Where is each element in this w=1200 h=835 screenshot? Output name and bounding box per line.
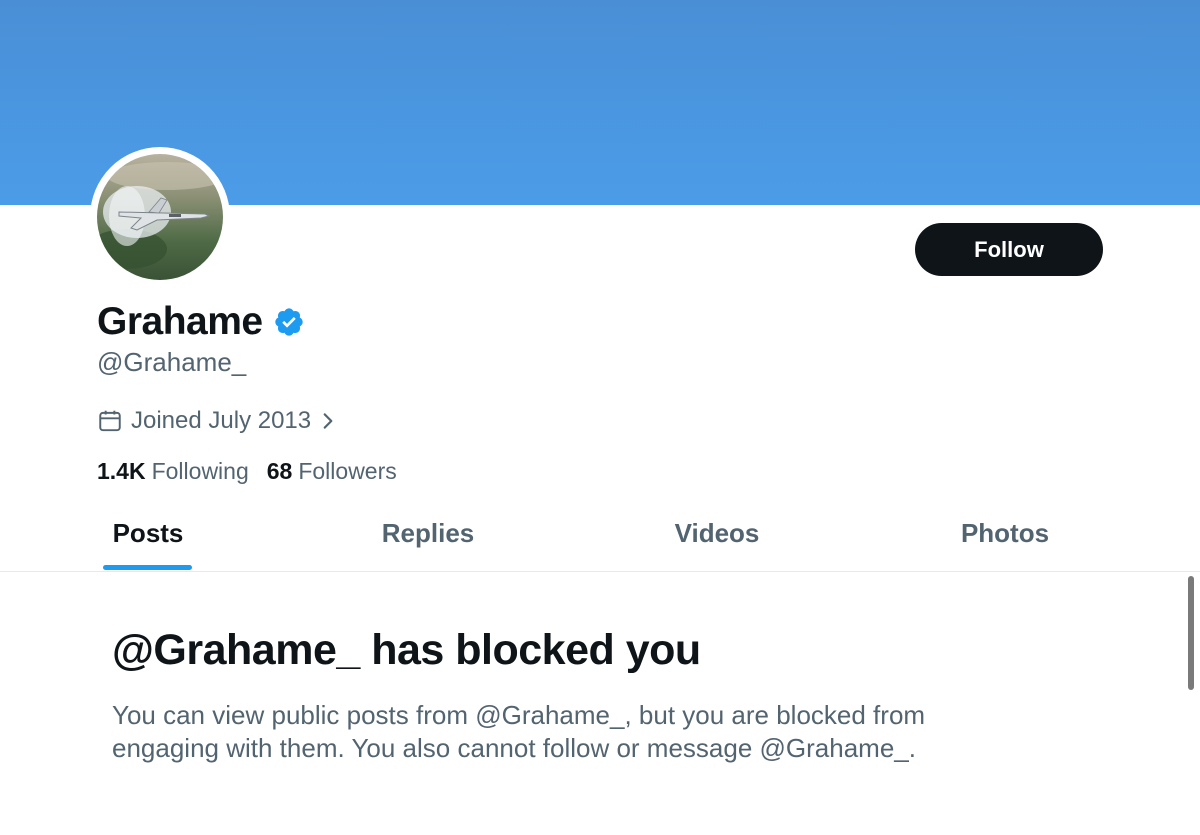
joined-date: Joined July 2013 xyxy=(131,407,312,434)
scrollbar[interactable] xyxy=(1188,576,1194,690)
followers-link[interactable]: 68 Followers xyxy=(267,458,397,485)
followers-count: 68 xyxy=(266,457,293,484)
blocked-title: @Grahame_ has blocked you xyxy=(112,626,701,674)
tab-videos[interactable]: Videos xyxy=(675,518,760,549)
chevron-right-icon xyxy=(323,413,333,429)
joined-date-row[interactable]: Joined July 2013 xyxy=(97,404,337,438)
profile-handle: @Grahame_ xyxy=(97,347,247,377)
avatar[interactable] xyxy=(90,147,230,287)
profile-tabs: Posts Replies Videos Photos xyxy=(0,500,1200,572)
tab-replies[interactable]: Replies xyxy=(382,518,475,549)
active-tab-indicator xyxy=(103,565,192,570)
following-link[interactable]: 1.4K Following xyxy=(97,458,249,485)
profile-name-row: Grahame xyxy=(97,298,305,346)
blocked-description: You can view public posts from @Grahame_… xyxy=(112,700,926,763)
verified-badge-icon[interactable] xyxy=(273,306,305,338)
avatar-image xyxy=(97,154,223,280)
profile-stats: 1.4K Following 68 Followers xyxy=(97,456,397,486)
tab-photos[interactable]: Photos xyxy=(961,518,1049,549)
calendar-icon xyxy=(99,410,121,432)
tab-posts[interactable]: Posts xyxy=(113,518,184,549)
follow-button[interactable]: Follow xyxy=(915,223,1103,276)
following-label: Following xyxy=(151,457,249,484)
following-count: 1.4K xyxy=(97,457,146,484)
display-name: Grahame xyxy=(97,300,263,343)
followers-label: Followers xyxy=(298,457,397,484)
